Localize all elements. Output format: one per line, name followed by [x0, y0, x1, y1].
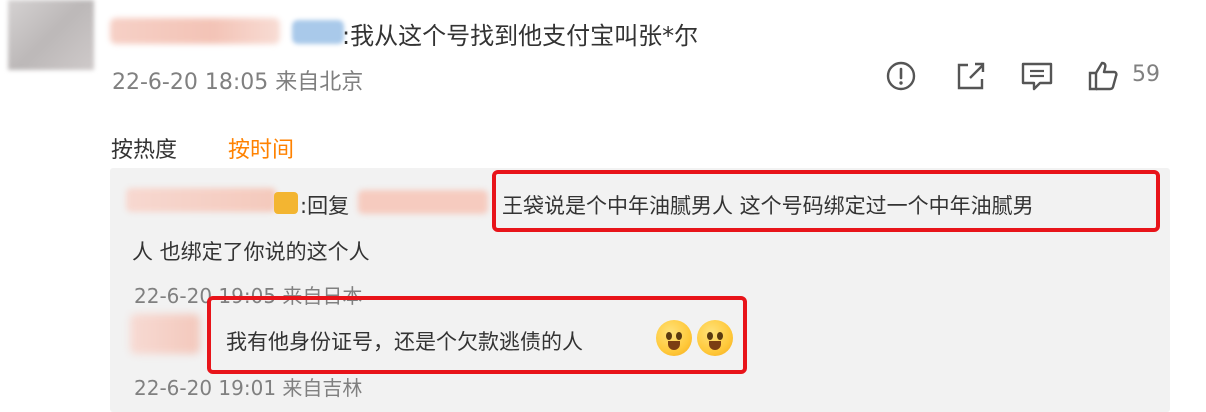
comment-icon: [1021, 62, 1053, 91]
reply-username-blurred[interactable]: [130, 314, 200, 354]
username-blurred[interactable]: [110, 18, 280, 44]
like-button[interactable]: [1086, 58, 1120, 94]
vip-badge-icon: [274, 192, 298, 214]
comment-text: :我从这个号找到他支付宝叫张*尔: [342, 22, 699, 50]
reply-meta: 22-6-20 19:01 来自吉林: [134, 376, 363, 400]
report-icon: [886, 61, 916, 91]
sort-by-hot-tab[interactable]: 按热度: [111, 132, 177, 164]
report-button[interactable]: [884, 58, 918, 94]
sort-by-time-tab[interactable]: 按时间: [228, 132, 294, 164]
like-icon: [1088, 61, 1118, 91]
share-button[interactable]: [954, 58, 988, 94]
avatar[interactable]: [8, 0, 94, 70]
reply-prefix: :回复: [300, 194, 350, 218]
like-count: 59: [1132, 62, 1160, 87]
username-blurred-tail: [292, 20, 344, 44]
reply-username-blurred[interactable]: [126, 188, 276, 212]
highlight-box: [207, 296, 747, 374]
share-icon: [957, 62, 985, 90]
comment-meta: 22-6-20 18:05 来自北京: [112, 70, 364, 95]
comment-button[interactable]: [1020, 58, 1054, 94]
mention-blurred[interactable]: [358, 190, 488, 214]
reply-text-line2: 人 也绑定了你说的这个人: [132, 240, 370, 264]
highlight-box: [492, 170, 1160, 232]
